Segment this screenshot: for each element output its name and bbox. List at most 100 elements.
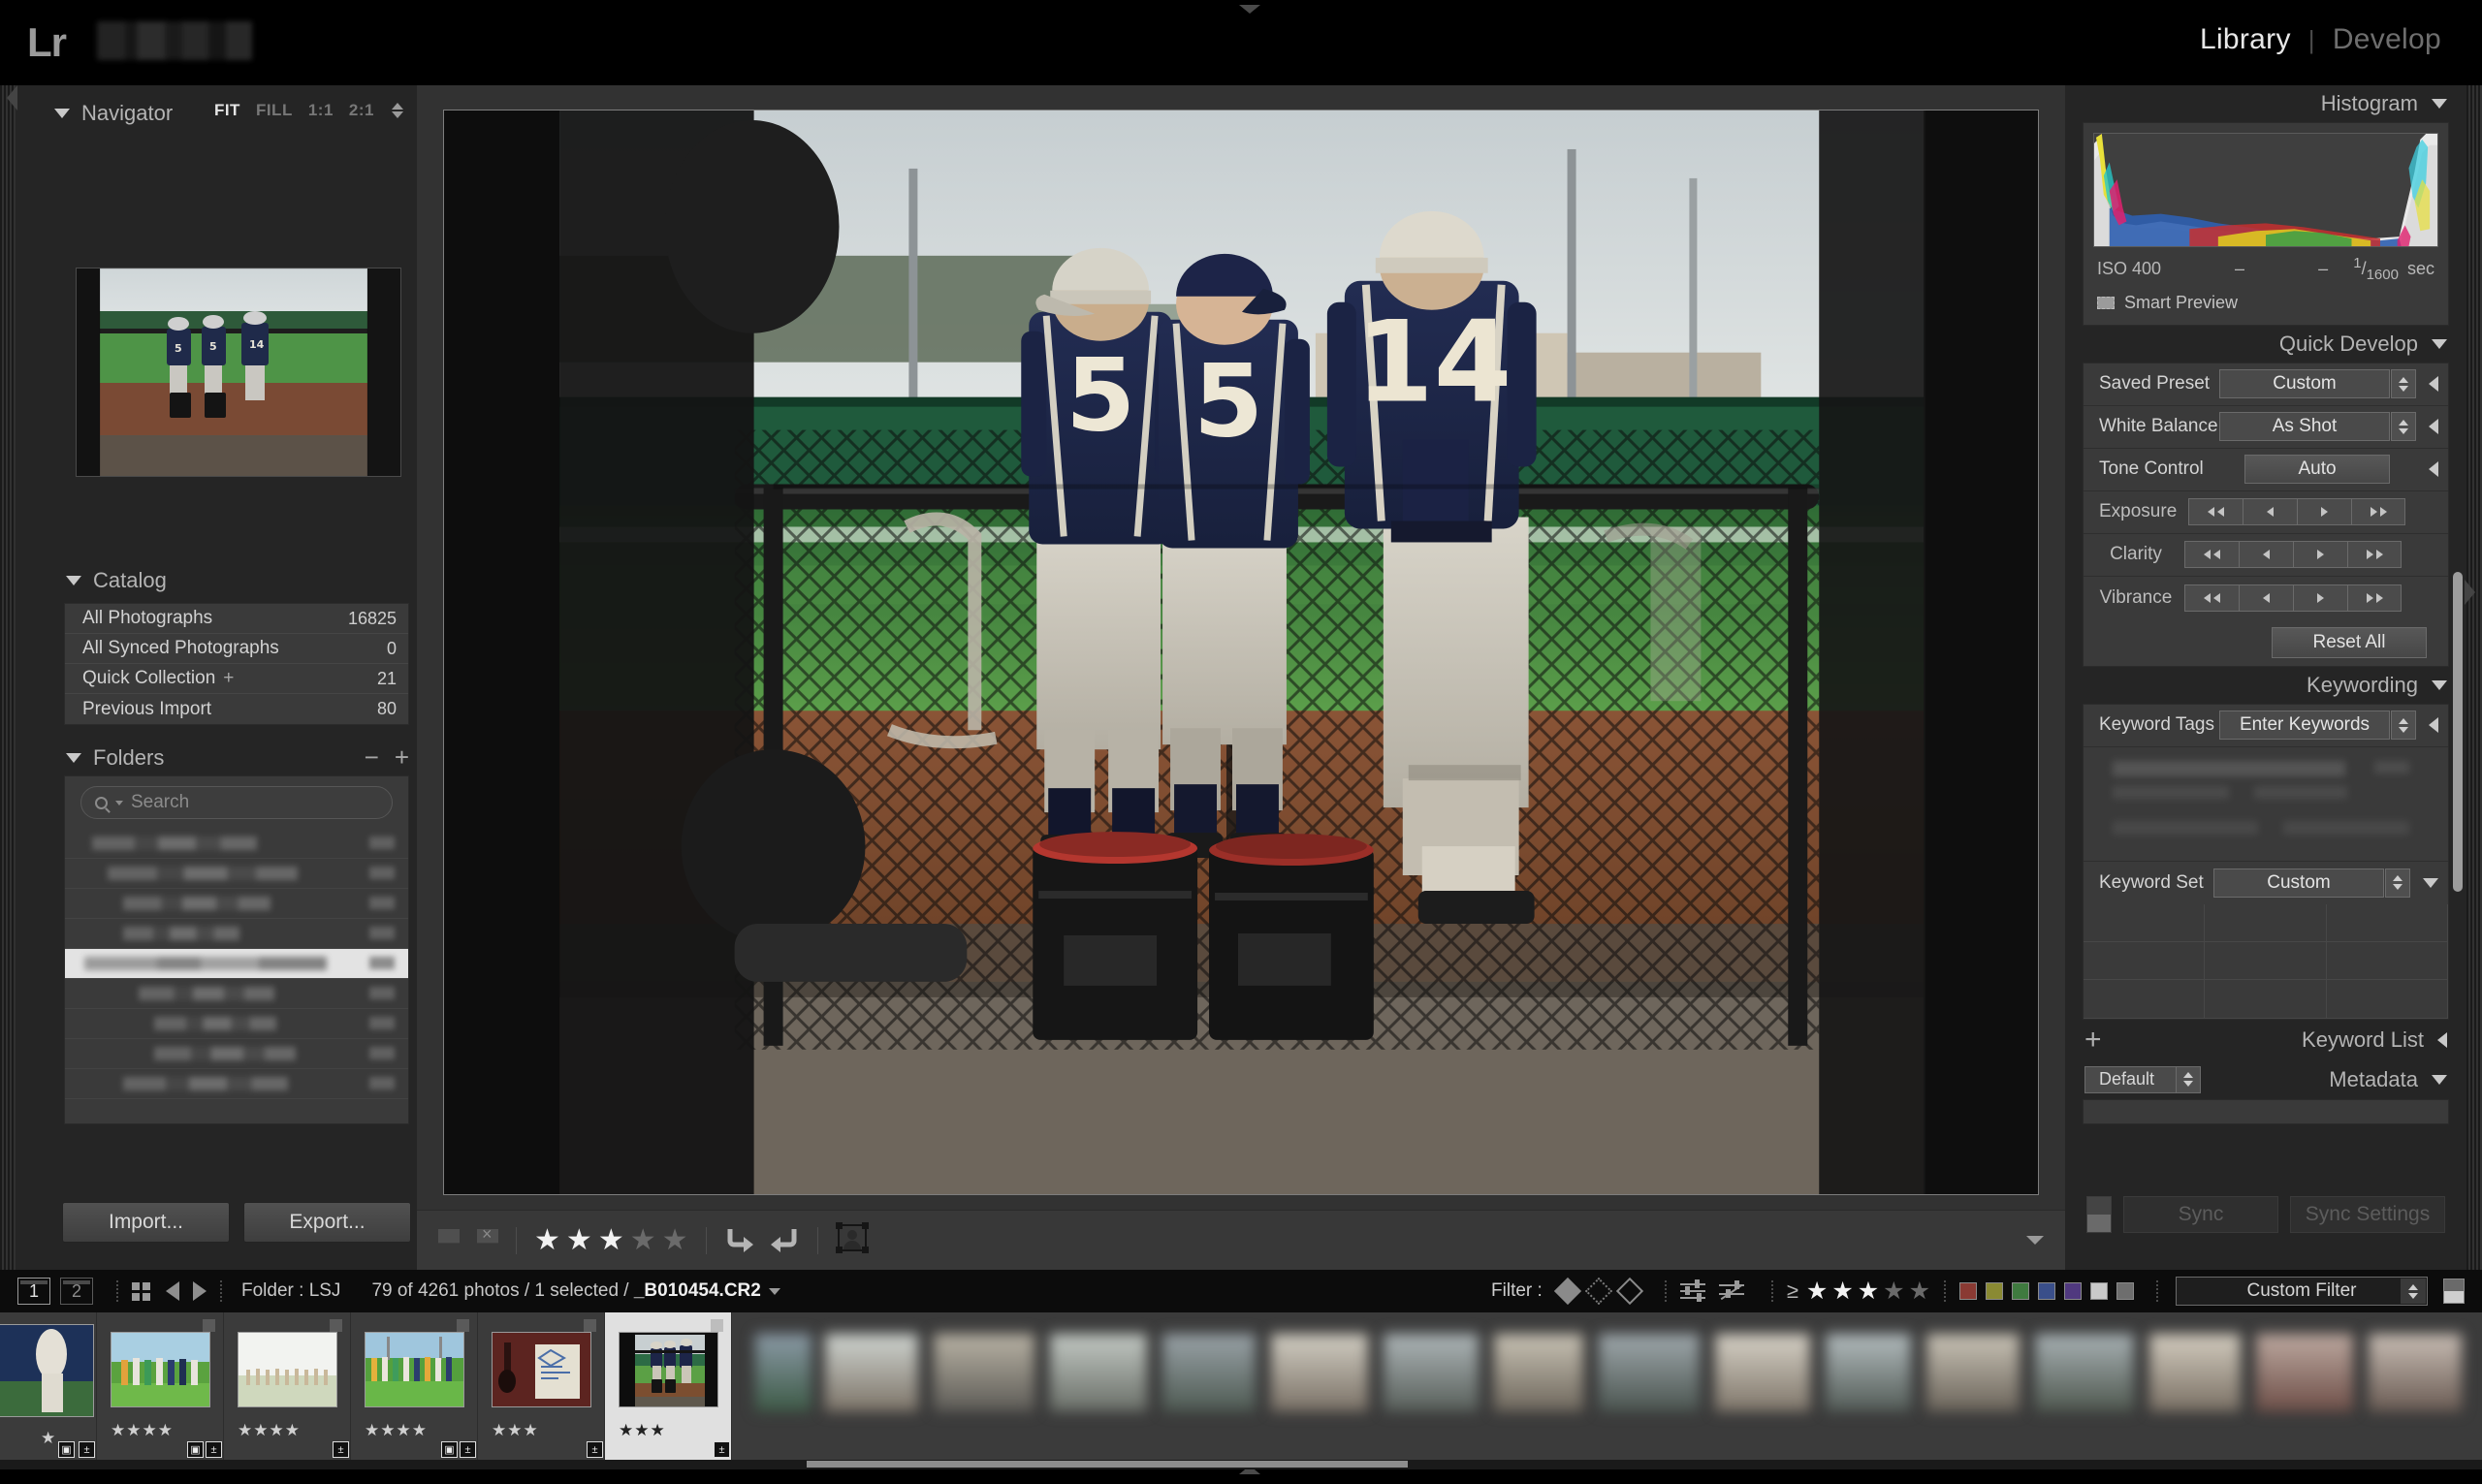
chevron-down-icon[interactable]: [115, 801, 123, 805]
color-label-blue[interactable]: [2038, 1282, 2055, 1300]
chevron-down-icon[interactable]: [2423, 878, 2438, 888]
filter-star-2[interactable]: ★: [1831, 1277, 1853, 1306]
thumbnail-rating[interactable]: ★★★★: [238, 1421, 301, 1440]
keyword-tags-stepper[interactable]: [2391, 710, 2416, 740]
color-label-white[interactable]: [2090, 1282, 2108, 1300]
left-panel-collapse-arrow[interactable]: [7, 85, 17, 111]
rating-star-1[interactable]: ★: [534, 1226, 560, 1255]
rating-stars[interactable]: ★ ★ ★ ★ ★: [534, 1226, 688, 1255]
export-button[interactable]: Export...: [243, 1202, 411, 1243]
zoom-fit[interactable]: FIT: [214, 101, 240, 120]
keyword-set-cell[interactable]: [2327, 980, 2448, 1018]
filmstrip-thumbnail[interactable]: ± ★★★: [478, 1312, 605, 1460]
thumbnail-badge[interactable]: [711, 1319, 723, 1332]
folder-row-selected[interactable]: [65, 949, 408, 979]
thumbnail-badge[interactable]: [584, 1319, 596, 1332]
catalog-item-all-synced-photographs[interactable]: All Synced Photographs 0: [65, 634, 408, 664]
develop-badge-icon[interactable]: ±: [714, 1441, 730, 1458]
chevron-left-icon[interactable]: [2429, 419, 2438, 434]
thumbnail-rating[interactable]: ★: [41, 1429, 56, 1448]
crop-badge-icon[interactable]: ▣: [187, 1441, 204, 1458]
chevron-down-icon[interactable]: [2432, 99, 2447, 109]
clarity-decrease-large[interactable]: [2184, 541, 2239, 568]
thumbnail-rating[interactable]: ★★★★: [365, 1421, 428, 1440]
thumbnail-rating[interactable]: ★★★: [492, 1421, 539, 1440]
filter-flag-unflagged-icon[interactable]: [1585, 1278, 1612, 1305]
chevron-down-icon[interactable]: [66, 753, 81, 763]
flag-pick-icon[interactable]: [438, 1229, 460, 1252]
zoom-1-1[interactable]: 1:1: [308, 101, 334, 120]
keyword-set-stepper[interactable]: [2385, 868, 2410, 898]
exposure-decrease-small[interactable]: [2243, 498, 2297, 525]
develop-badge-icon[interactable]: ±: [206, 1441, 222, 1458]
catalog-item-previous-import[interactable]: Previous Import 80: [65, 694, 408, 724]
develop-badge-icon[interactable]: ±: [333, 1441, 349, 1458]
folder-row[interactable]: [65, 979, 408, 1009]
exposure-decrease-large[interactable]: [2188, 498, 2243, 525]
filmstrip-source[interactable]: Folder : LSJ: [241, 1280, 340, 1302]
right-panel-grip[interactable]: [2466, 85, 2482, 1270]
keyword-set-grid[interactable]: [2084, 904, 2448, 1019]
clarity-increase-small[interactable]: [2293, 541, 2347, 568]
color-label-yellow[interactable]: [1986, 1282, 2003, 1300]
custom-filter-stepper[interactable]: [2401, 1279, 2426, 1304]
exposure-increase-large[interactable]: [2351, 498, 2405, 525]
color-label-green[interactable]: [2012, 1282, 2029, 1300]
filter-lock-icon[interactable]: [2443, 1279, 2465, 1304]
develop-badge-icon[interactable]: ±: [587, 1441, 603, 1458]
folder-search-input[interactable]: Search: [80, 786, 393, 819]
keyword-set-cell[interactable]: [2084, 980, 2205, 1018]
clarity-increase-large[interactable]: [2347, 541, 2402, 568]
filmstrip-overflow-thumbnails[interactable]: [732, 1312, 2482, 1460]
filter-edited-icon[interactable]: [1680, 1280, 1705, 1302]
arrow-right-icon[interactable]: [193, 1281, 207, 1301]
filmstrip-thumbnail[interactable]: ▣ ± ★★★★: [97, 1312, 224, 1460]
thumbnail-badge[interactable]: [330, 1319, 342, 1332]
right-panel-collapse-arrow[interactable]: [2465, 580, 2475, 605]
chevron-down-icon[interactable]: [66, 576, 81, 585]
keyword-set-cell[interactable]: [2205, 904, 2326, 942]
keyword-set-cell[interactable]: [2205, 980, 2326, 1018]
keyword-suggestions[interactable]: [2084, 747, 2448, 862]
thumbnail-rating[interactable]: ★★★: [619, 1421, 666, 1440]
filter-flag-pick-icon[interactable]: [1554, 1278, 1581, 1305]
main-photo[interactable]: 5: [443, 110, 2039, 1195]
chevron-down-icon[interactable]: [2432, 339, 2447, 349]
chevron-down-icon[interactable]: [2432, 1075, 2447, 1085]
rating-star-4[interactable]: ★: [630, 1226, 656, 1255]
catalog-item-all-photographs[interactable]: All Photographs 16825: [65, 604, 408, 634]
keyword-set-cell[interactable]: [2205, 942, 2326, 980]
thumbnail-badge[interactable]: [457, 1319, 469, 1332]
chevron-left-icon[interactable]: [2429, 717, 2438, 733]
vibrance-decrease-large[interactable]: [2184, 584, 2239, 612]
filter-star-5[interactable]: ★: [1909, 1277, 1930, 1306]
folder-row[interactable]: [65, 919, 408, 949]
rotate-right-icon[interactable]: [724, 1226, 757, 1255]
remove-folder-button[interactable]: −: [365, 742, 379, 773]
keyword-set-cell[interactable]: [2084, 942, 2205, 980]
keyword-set-cell[interactable]: [2327, 904, 2448, 942]
zoom-stepper[interactable]: [392, 103, 403, 118]
screen-1-button[interactable]: 1: [17, 1278, 50, 1305]
folder-row[interactable]: [65, 859, 408, 889]
top-panel-toggle-arrow[interactable]: [1239, 5, 1260, 14]
saved-preset-stepper[interactable]: [2391, 369, 2416, 398]
rating-star-2[interactable]: ★: [566, 1226, 592, 1255]
chevron-left-icon[interactable]: [2429, 376, 2438, 392]
right-panel-scrollbar[interactable]: [2453, 572, 2463, 892]
left-panel-grip[interactable]: [0, 85, 16, 1270]
smart-preview-status[interactable]: Smart Preview: [2093, 293, 2438, 315]
zoom-fill[interactable]: FILL: [256, 101, 293, 120]
crop-badge-icon[interactable]: ▣: [441, 1441, 458, 1458]
flag-reject-icon[interactable]: [477, 1229, 498, 1252]
thumbnail-rating[interactable]: ★★★★: [111, 1421, 174, 1440]
folder-row[interactable]: [65, 1009, 408, 1039]
keyword-set-cell[interactable]: [2327, 942, 2448, 980]
filter-star-3[interactable]: ★: [1858, 1277, 1879, 1306]
toolbar-options-caret[interactable]: [2026, 1236, 2044, 1245]
histogram-plot[interactable]: [2093, 133, 2438, 247]
exposure-increase-small[interactable]: [2297, 498, 2351, 525]
people-view-icon[interactable]: [836, 1222, 869, 1258]
module-develop[interactable]: Develop: [2333, 23, 2441, 56]
white-balance-select[interactable]: As Shot: [2219, 412, 2390, 441]
